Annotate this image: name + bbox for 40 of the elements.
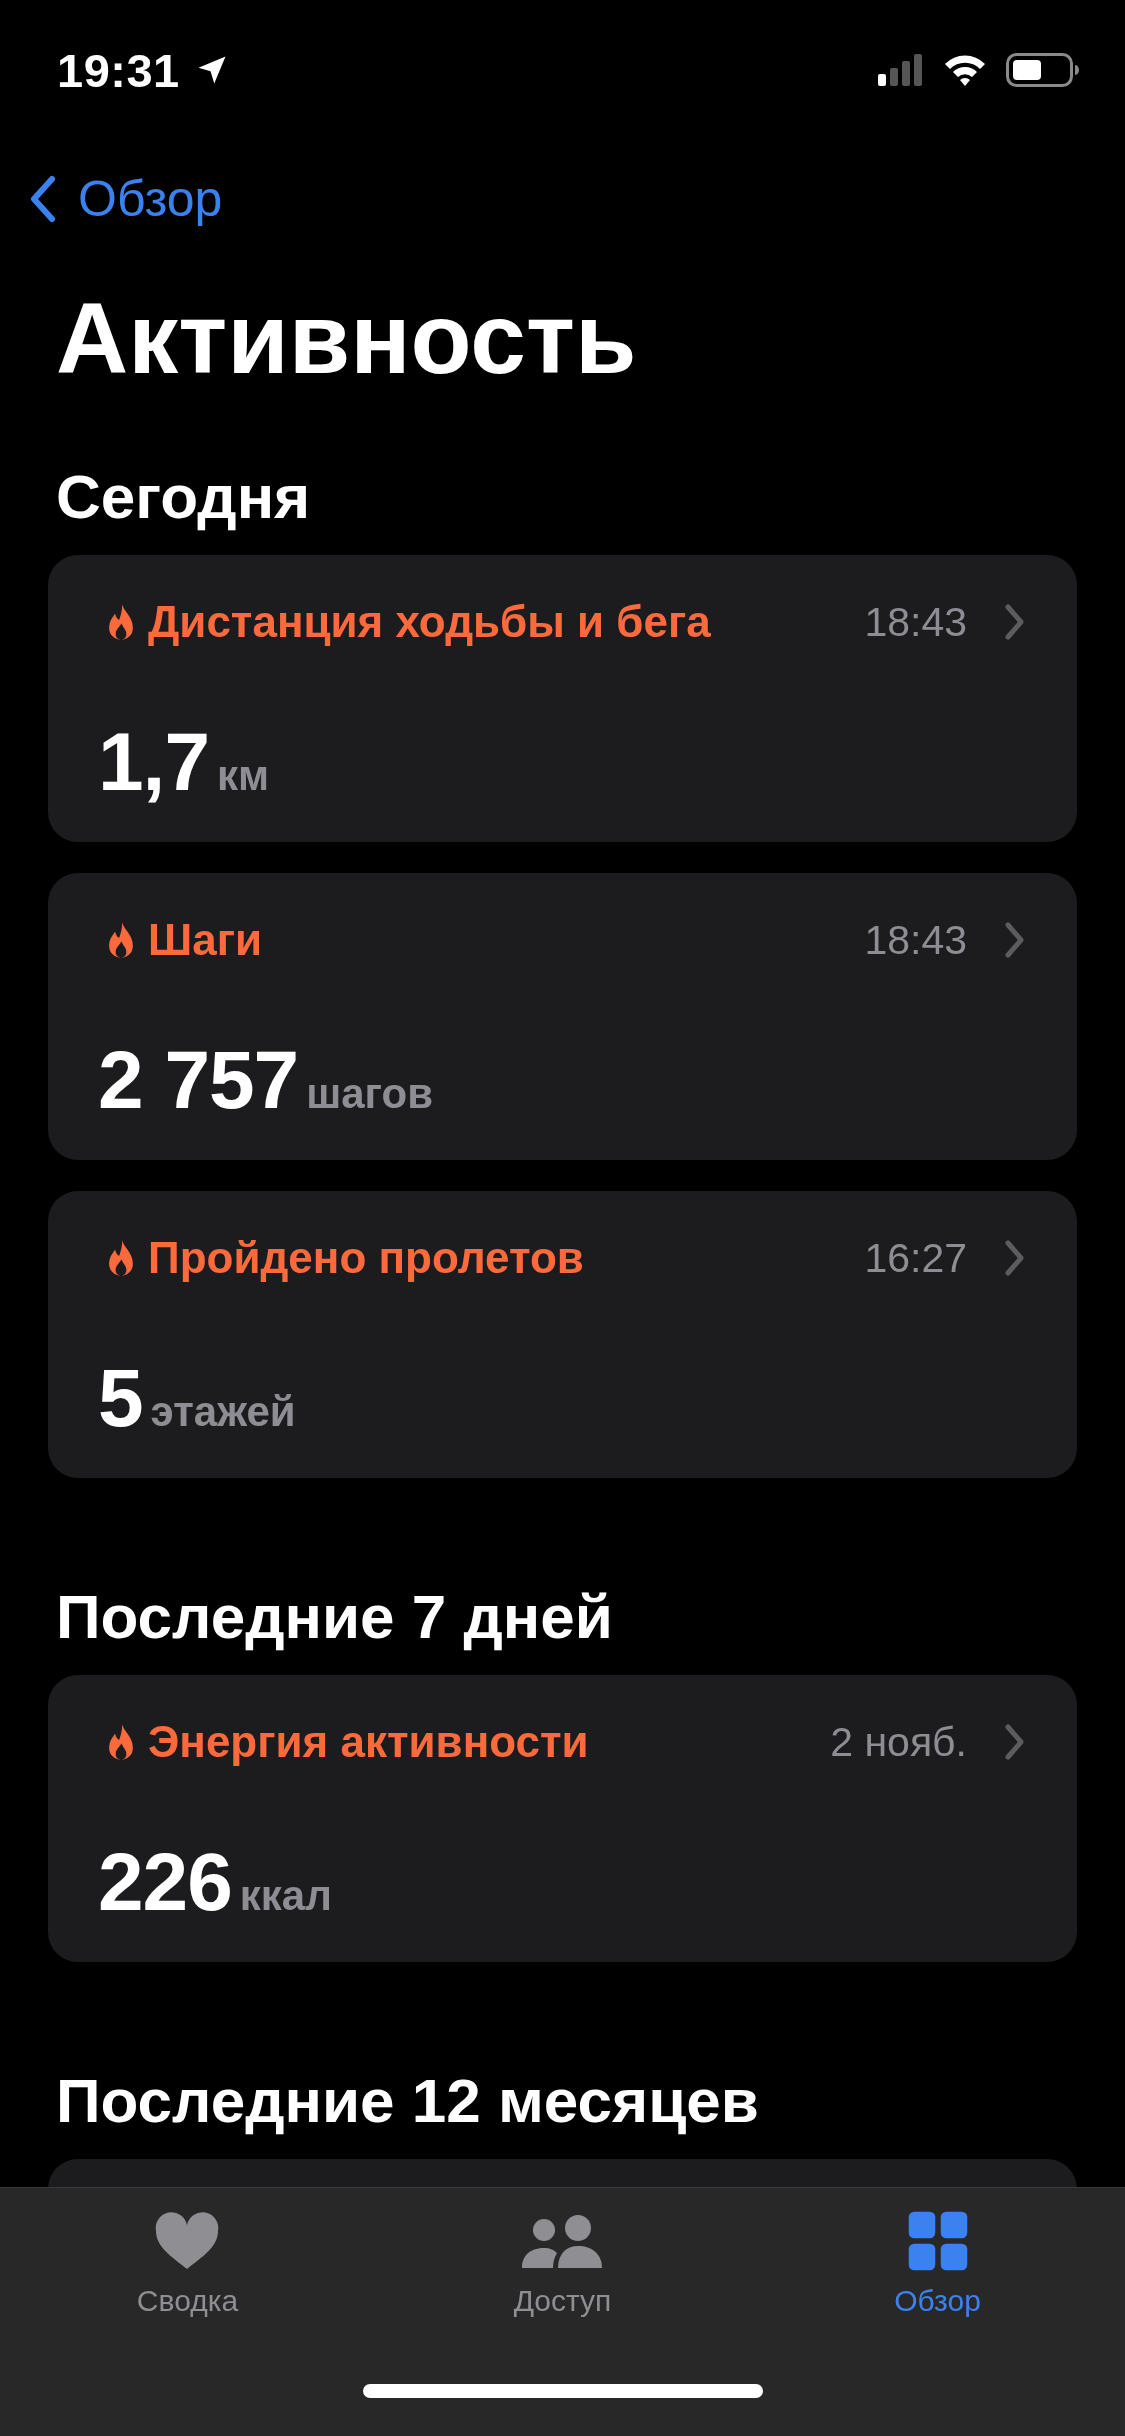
time-label: 18:43 — [864, 598, 967, 646]
signal-icon — [878, 54, 924, 86]
metric-value: 5 — [98, 1351, 143, 1445]
metric-value: 1,7 — [98, 715, 209, 809]
tab[interactable]: Доступ — [507, 2206, 618, 2318]
flame-icon — [106, 1239, 136, 1277]
flame-icon — [106, 1723, 136, 1761]
card-title: Пройдено пролетов — [148, 1233, 585, 1283]
metric-card[interactable]: Дистанция ходьбы и бега 18:43 1,7 км — [48, 555, 1077, 842]
unit-label: ккал — [239, 1872, 332, 1920]
chevron-icon — [1005, 604, 1025, 640]
card-title: Энергия активности — [148, 1717, 590, 1767]
unit-label: шагов — [306, 1070, 433, 1118]
unit-label: км — [217, 752, 270, 800]
chevron-icon — [1005, 1240, 1025, 1276]
time-label: 18:43 — [864, 916, 967, 964]
section-title: Последние 7 дней — [56, 1581, 614, 1653]
metric-card[interactable]: Шаги 18:43 2 757 шагов — [48, 873, 1077, 1160]
flame-icon — [106, 603, 136, 641]
time-label: 19:31 — [57, 42, 180, 98]
metric-card[interactable]: Энергия активности 2 нояб. 226 ккал — [48, 1675, 1077, 1962]
section-title: Сегодня — [56, 461, 312, 533]
card-title: Шаги — [148, 915, 264, 965]
tab[interactable]: Сводка — [130, 2206, 245, 2318]
time-label: 16:27 — [864, 1234, 967, 1282]
chevron-icon — [1005, 1724, 1025, 1760]
battery-icon — [1006, 53, 1080, 87]
page-title: Активность — [56, 281, 638, 396]
chevron-icon — [30, 175, 56, 223]
metric-card[interactable]: Пройдено пролетов 16:27 5 этажей — [48, 1191, 1077, 1478]
metric-value: 2 757 — [98, 1033, 299, 1127]
back-button[interactable]: Обзор — [30, 140, 223, 258]
tab[interactable]: Обзор — [888, 2206, 987, 2318]
time-label: 2 нояб. — [830, 1718, 967, 1766]
unit-label: этажей — [150, 1388, 296, 1436]
flame-icon — [106, 921, 136, 959]
metric-value: 226 — [98, 1835, 232, 1929]
chevron-icon — [1005, 922, 1025, 958]
section-title: Последние 12 месяцев — [56, 2065, 760, 2137]
card-title: Дистанция ходьбы и бега — [148, 597, 712, 647]
